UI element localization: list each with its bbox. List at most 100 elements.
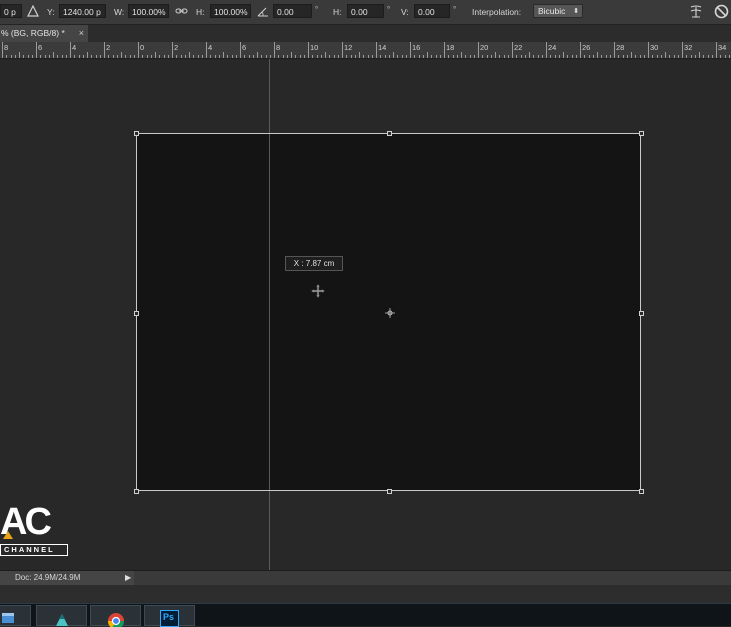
channel-logo: AC CHANNEL <box>0 496 70 560</box>
timeline-panel-area <box>0 585 731 603</box>
ruler-major-tick <box>36 42 37 58</box>
taskbar: Ps <box>0 603 731 627</box>
taskbar-explorer-button[interactable] <box>0 605 31 626</box>
cancel-transform-icon[interactable] <box>714 4 729 19</box>
transform-handle-bottom-center[interactable] <box>387 489 392 494</box>
ruler-minor-tick <box>690 55 692 58</box>
ruler-minor-tick <box>405 55 407 58</box>
ruler-minor-tick <box>631 52 632 58</box>
ruler-major-tick <box>580 42 581 58</box>
ruler-minor-tick <box>99 55 101 58</box>
height-field[interactable]: 100.00% <box>210 4 251 18</box>
transform-handle-bottom-right[interactable] <box>639 489 644 494</box>
rotate-field[interactable]: 0.00 <box>273 4 312 18</box>
taskbar-filmora-button[interactable] <box>36 605 87 626</box>
width-label: W: <box>114 7 125 17</box>
ruler-minor-tick <box>584 55 586 58</box>
ruler-minor-tick <box>686 55 688 58</box>
width-field[interactable]: 100.00% <box>128 4 169 18</box>
transform-handle-middle-right[interactable] <box>639 311 644 316</box>
close-tab-icon[interactable]: × <box>79 25 84 42</box>
ruler-major-tick <box>648 42 649 58</box>
ruler-minor-tick <box>252 55 254 58</box>
ruler-minor-tick <box>78 55 80 58</box>
warp-mode-icon[interactable] <box>688 4 704 20</box>
ruler-number: 6 <box>38 43 43 52</box>
ruler-minor-tick <box>244 55 246 58</box>
ruler-major-tick <box>716 42 717 58</box>
ruler-major-tick <box>410 42 411 58</box>
ruler-minor-tick <box>329 55 331 58</box>
ruler-number: 16 <box>412 43 421 52</box>
ruler-minor-tick <box>388 55 390 58</box>
horizontal-skew-field[interactable]: 0.00 <box>347 4 384 18</box>
ruler-minor-tick <box>218 55 220 58</box>
ruler-minor-tick <box>193 55 195 58</box>
ruler-minor-tick <box>176 55 178 58</box>
taskbar-chrome-button[interactable] <box>90 605 141 627</box>
ruler-minor-tick <box>359 52 360 58</box>
ruler-major-tick <box>308 42 309 58</box>
ruler-number: 18 <box>446 43 455 52</box>
ruler-number: 0 <box>140 43 145 52</box>
ruler-minor-tick <box>656 55 658 58</box>
transform-handle-middle-left[interactable] <box>134 311 139 316</box>
ruler-minor-tick <box>346 55 348 58</box>
height-label: H: <box>196 7 205 17</box>
options-bar: 0 p Y: 1240.00 p W: 100.00% H: 100.00% 0… <box>0 0 731 25</box>
ruler-minor-tick <box>333 55 335 58</box>
ruler-minor-tick <box>384 55 386 58</box>
y-position-field[interactable]: 1240.00 p <box>59 4 106 18</box>
ruler-minor-tick <box>269 55 271 58</box>
ruler-minor-tick <box>393 52 394 58</box>
ruler-number: 20 <box>480 43 489 52</box>
reference-point-delta-icon[interactable] <box>27 5 39 17</box>
transform-handle-bottom-left[interactable] <box>134 489 139 494</box>
ruler-minor-tick <box>19 52 20 58</box>
ruler-number: 30 <box>650 43 659 52</box>
vertical-skew-field[interactable]: 0.00 <box>414 4 450 18</box>
ruler-number: 2 <box>106 43 111 52</box>
ruler-minor-tick <box>473 55 475 58</box>
ruler-major-tick <box>70 42 71 58</box>
y-label: Y: <box>47 7 55 17</box>
status-menu-arrow-icon[interactable]: ▶ <box>125 573 131 582</box>
ruler-minor-tick <box>82 55 84 58</box>
ruler-minor-tick <box>575 55 577 58</box>
ruler-minor-tick <box>520 55 522 58</box>
ruler-minor-tick <box>524 55 526 58</box>
ruler-minor-tick <box>703 55 705 58</box>
ruler-number: 12 <box>344 43 353 52</box>
document-tab[interactable]: % (BG, RGB/8) * × <box>0 25 88 42</box>
link-icon[interactable] <box>175 6 188 16</box>
interpolation-select[interactable]: Bicubic ⬍ <box>533 4 583 18</box>
x-position-field[interactable]: 0 p <box>0 4 22 18</box>
ruler-minor-tick <box>282 55 284 58</box>
ruler-major-tick <box>342 42 343 58</box>
ruler-minor-tick <box>155 52 156 58</box>
transform-handle-top-left[interactable] <box>134 131 139 136</box>
ruler-minor-tick <box>397 55 399 58</box>
ruler-minor-tick <box>486 55 488 58</box>
ruler-minor-tick <box>91 55 93 58</box>
reference-point-icon[interactable] <box>385 308 395 318</box>
transform-handle-top-center[interactable] <box>387 131 392 136</box>
ruler-minor-tick <box>439 55 441 58</box>
ruler-minor-tick <box>605 55 607 58</box>
ruler-minor-tick <box>563 52 564 58</box>
interpolation-value: Bicubic <box>538 6 566 16</box>
ruler-minor-tick <box>507 55 509 58</box>
ruler-minor-tick <box>435 55 437 58</box>
taskbar-photoshop-button[interactable]: Ps <box>144 605 195 627</box>
ruler-minor-tick <box>142 55 144 58</box>
horizontal-ruler[interactable]: 8 6 4 2 0 2 4 6 8 10 12 14 16 18 20 22 24 26 28 30 32 34 <box>0 42 731 59</box>
ruler-minor-tick <box>231 55 233 58</box>
ruler-minor-tick <box>669 55 671 58</box>
position-readout-tooltip: X : 7.87 cm <box>285 256 343 271</box>
ruler-number: 6 <box>242 43 247 52</box>
transform-handle-top-right[interactable] <box>639 131 644 136</box>
ruler-minor-tick <box>694 55 696 58</box>
ruler-minor-tick <box>456 55 458 58</box>
ruler-minor-tick <box>699 52 700 58</box>
rotate-degree-symbol: ° <box>315 5 319 14</box>
